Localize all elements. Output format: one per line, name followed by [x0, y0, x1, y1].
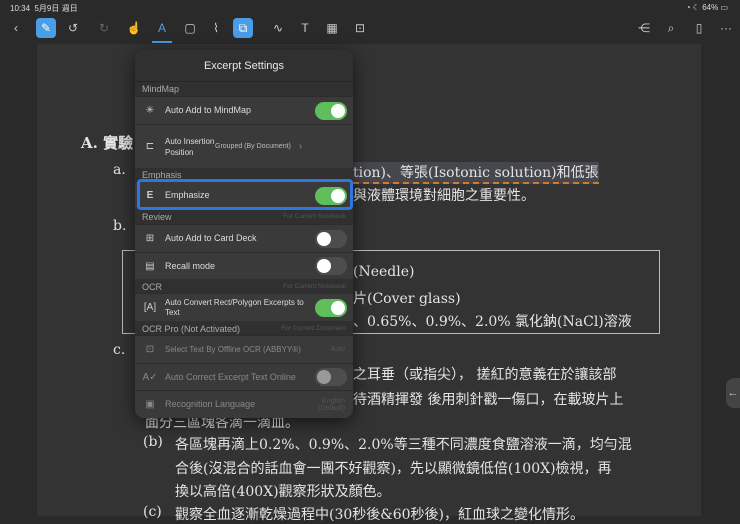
- section-review: Review For Current Notebook: [142, 212, 346, 222]
- chevron-right-icon: ›: [298, 141, 303, 152]
- doc-text: 、0.65%、0.9%、2.0% 氯化鈉(NaCl)溶液: [353, 314, 632, 330]
- section-ocr: OCR For Current Notebook: [142, 282, 346, 292]
- highlighted-text[interactable]: tion)、等張(Isotonic solution)和低張: [353, 162, 599, 184]
- doc-text: (Needle): [353, 264, 415, 280]
- lasso-icon[interactable]: ⌇: [206, 18, 226, 38]
- doc-text: 待酒精揮發 後用刺針戳一傷口，在載玻片上: [353, 392, 624, 408]
- undo-icon[interactable]: ↺: [63, 18, 83, 38]
- hand-icon[interactable]: ☝: [124, 18, 144, 38]
- status-bar: 10:34 5月9日 週日 ◔ ☾ 64% ▭: [0, 0, 740, 14]
- bookmark-icon[interactable]: ▯: [689, 18, 709, 38]
- row-label: Recall mode: [165, 260, 216, 271]
- section-note: For Current Document: [281, 325, 346, 332]
- card-deck-icon: ⊞: [145, 233, 155, 244]
- offline-ocr-row[interactable]: ⊡ Select Text By Offline OCR (ABBYY®) Au…: [135, 335, 353, 363]
- recall-mode-toggle[interactable]: [315, 257, 347, 275]
- back-icon[interactable]: ‹: [6, 18, 26, 38]
- item-label: c.: [113, 342, 126, 358]
- section-note: For Current Notebook: [283, 213, 346, 220]
- ocr-icon[interactable]: ⊡: [350, 18, 370, 38]
- section-heading: A. 實驗: [81, 134, 134, 152]
- status-right: ◔ ☾ 64% ▭: [685, 3, 728, 12]
- card-deck-toggle[interactable]: [315, 229, 347, 248]
- insertion-icon: ⊏: [145, 141, 155, 152]
- auto-correct-row: A✓ Auto Correct Excerpt Text Online: [135, 363, 353, 390]
- search-icon[interactable]: ⌕: [661, 18, 681, 38]
- card-deck-row: ⊞ Auto Add to Card Deck: [135, 224, 353, 252]
- battery-percent: 64%: [702, 3, 719, 12]
- auto-correct-toggle[interactable]: [315, 368, 347, 386]
- row-label: Select Text By Offline OCR (ABBYY®): [165, 344, 301, 354]
- text-scan-icon: [A]: [143, 302, 157, 313]
- rectangle-select-icon[interactable]: ▢: [180, 18, 200, 38]
- auto-convert-row: [A] Auto Convert Rect/Polygon Excerpts t…: [135, 293, 353, 321]
- excerpt-settings-icon[interactable]: ⧉: [233, 18, 253, 38]
- auto-add-mindmap-row: ✳ Auto Add to MindMap: [135, 96, 353, 124]
- popover-title: Excerpt Settings: [135, 50, 353, 82]
- row-label: Auto Add to Card Deck: [165, 233, 257, 243]
- row-label: Auto Add to MindMap: [165, 105, 252, 115]
- ocr-scan-icon: ⊡: [145, 344, 155, 355]
- section-ocr-pro: OCR Pro (Not Activated) For Current Docum…: [142, 324, 346, 334]
- section-note: For Current Notebook: [283, 283, 346, 290]
- item-label: (c): [143, 504, 162, 520]
- row-label: Recognition Language: [165, 399, 256, 409]
- active-tool-indicator: [152, 41, 172, 43]
- doc-text: 合後(沒混合的話血會一團不好觀察)，先以顯微鏡低倍(100X)檢視，再: [175, 461, 612, 477]
- auto-add-mindmap-toggle[interactable]: [315, 101, 347, 120]
- section-mindmap: MindMap: [142, 84, 180, 94]
- auto-insertion-position-row[interactable]: ⊏ Auto Insertion Position Grouped (By Do…: [135, 124, 353, 168]
- doc-text: 片(Cover glass): [353, 291, 461, 307]
- image-icon[interactable]: ▦: [322, 18, 342, 38]
- row-label: Auto Correct Excerpt Text Online: [165, 371, 296, 382]
- clipboard-icon: ▤: [145, 260, 155, 272]
- pen-icon[interactable]: ✎: [36, 18, 56, 38]
- mindmap-icon[interactable]: ⋲: [634, 18, 654, 38]
- doc-text: 各區塊再滴上0.2%、0.9%、2.0%等三種不同濃度食鹽溶液一滴，均勻混: [175, 437, 632, 453]
- row-label: Auto Insertion Position: [165, 136, 215, 157]
- status-time: 10:34 5月9日 週日: [10, 4, 78, 13]
- language-icon: ▣: [145, 399, 155, 410]
- emphasize-highlight-frame: [137, 179, 353, 210]
- auto-correct-icon: A✓: [142, 371, 158, 383]
- row-label: Auto Convert Rect/Polygon Excerpts to Te…: [165, 297, 304, 317]
- recognition-language-row[interactable]: ▣ Recognition Language English (Default): [135, 390, 353, 418]
- row-value: Auto: [330, 346, 345, 353]
- item-label: (b): [143, 434, 163, 450]
- highlighter-icon[interactable]: A: [152, 18, 172, 38]
- item-label: a.: [113, 162, 126, 178]
- more-icon[interactable]: ···: [716, 18, 736, 38]
- recall-mode-row: ▤ Recall mode: [135, 252, 353, 279]
- side-panel-tab[interactable]: ←: [726, 378, 740, 408]
- draw-icon[interactable]: ∿: [268, 18, 288, 38]
- auto-convert-toggle[interactable]: [315, 298, 347, 317]
- doc-text: 之耳垂（或指尖）， 搓紅的意義在於讓該部: [353, 367, 617, 383]
- mindmap-node-icon: ✳: [145, 105, 155, 116]
- toolbar: ‹ ✎ ↺ ↻ ☝ A ▢ ⌇ ⧉ ∿ T ▦ ⊡ ⋲ ⌕ ▯ ···: [0, 16, 740, 43]
- doc-text: 與液體環境對細胞之重要性。: [353, 188, 535, 204]
- doc-text: 換以高倍(400X)觀察形狀及顏色。: [175, 484, 391, 500]
- row-value: English (Default): [318, 397, 345, 412]
- excerpt-settings-popover: Excerpt Settings MindMap ✳ Auto Add to M…: [135, 50, 353, 418]
- textbox-icon[interactable]: T: [295, 18, 315, 38]
- doc-text: 觀察全血逐漸乾燥過程中(30秒後&60秒後)，紅血球之變化情形。: [175, 507, 585, 523]
- redo-icon[interactable]: ↻: [94, 18, 114, 38]
- item-label: b.: [113, 218, 127, 234]
- row-value: Grouped (By Document): [215, 143, 291, 150]
